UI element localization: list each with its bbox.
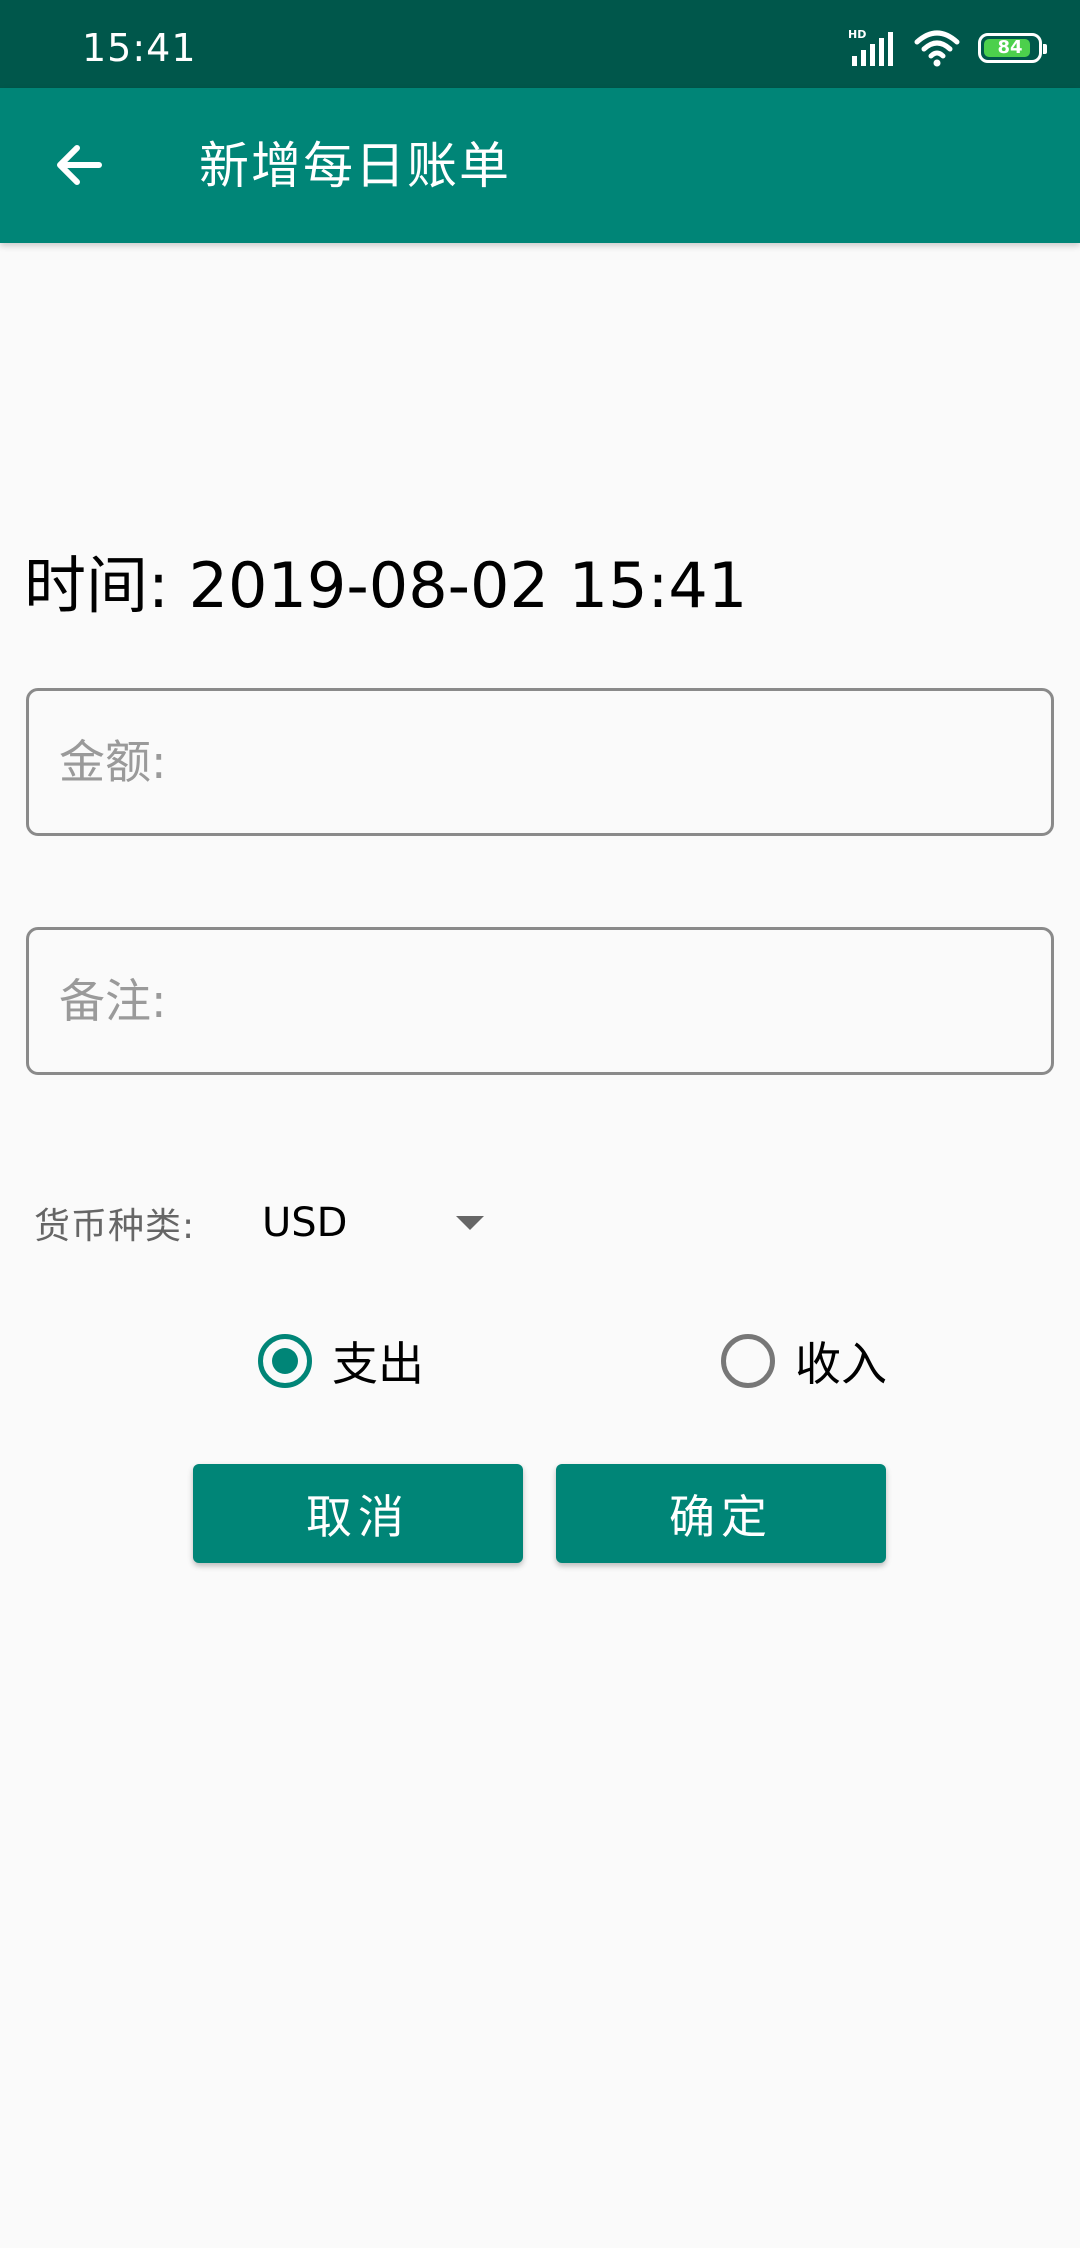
battery-icon: 84 [978, 33, 1047, 63]
page-title: 新增每日账单 [199, 137, 511, 195]
radio-expense-label: 支出 [332, 1337, 424, 1391]
network-label: HD [848, 28, 866, 41]
radio-income-label: 收入 [795, 1337, 887, 1391]
app-bar: 新增每日账单 [0, 88, 1080, 243]
radio-unchecked-icon [721, 1334, 775, 1388]
currency-value: USD [262, 1200, 348, 1246]
confirm-button[interactable]: 确定 [556, 1464, 886, 1563]
dropdown-arrow-icon [456, 1216, 484, 1230]
status-icons: HD 84 [848, 28, 1047, 68]
battery-level: 84 [997, 37, 1023, 58]
amount-field [26, 688, 1054, 836]
cancel-button[interactable]: 取消 [193, 1464, 523, 1563]
currency-label: 货币种类: [34, 1206, 196, 1247]
status-bar: 15:41 HD 84 [0, 0, 1080, 88]
amount-input[interactable] [29, 691, 1051, 833]
arrow-back-icon [57, 145, 102, 185]
time-label: 时间: 2019-08-02 15:41 [24, 549, 748, 622]
status-time: 15:41 [82, 26, 197, 70]
radio-income[interactable]: 收入 [721, 1330, 887, 1392]
note-input[interactable] [29, 930, 1051, 1072]
signal-icon: HD [848, 28, 893, 66]
radio-checked-icon [258, 1334, 312, 1388]
note-field [26, 927, 1054, 1075]
currency-row: 货币种类: USD [34, 1192, 484, 1254]
wifi-icon [914, 30, 960, 67]
back-button[interactable] [46, 132, 112, 198]
currency-select[interactable]: USD [262, 1192, 512, 1254]
radio-expense[interactable]: 支出 [258, 1330, 424, 1392]
